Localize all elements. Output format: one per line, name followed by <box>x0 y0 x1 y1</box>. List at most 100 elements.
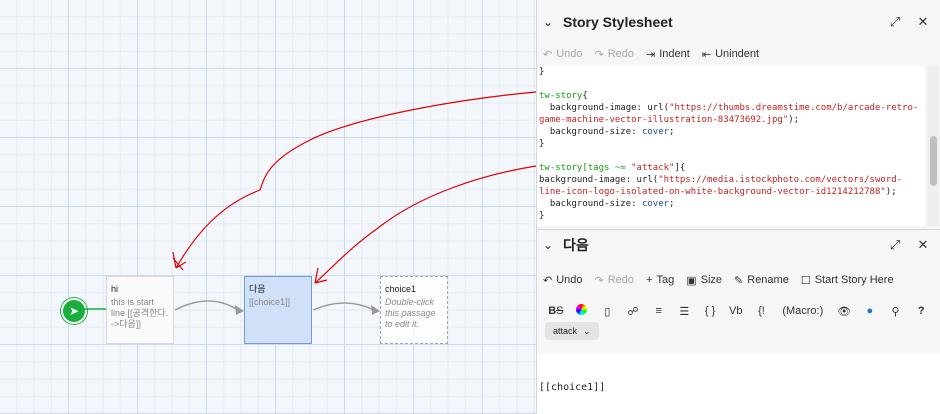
link-icon[interactable]: ☍ <box>620 305 646 318</box>
passage-text: [[choice1]] <box>539 382 606 393</box>
rename-button[interactable]: ✎ Rename <box>734 274 789 287</box>
size-button[interactable]: ▣ Size <box>686 274 722 287</box>
dialog-title: Story Stylesheet <box>563 14 673 30</box>
redo-icon: ↷ <box>594 274 604 287</box>
redo-label: Redo <box>607 48 635 60</box>
passage-card-choice1[interactable]: choice1 Double-click this passage to edi… <box>380 276 448 344</box>
align-center-icon[interactable]: ☰ <box>672 305 698 318</box>
add-tag-button[interactable]: + Tag <box>646 274 674 286</box>
scrollbar-thumb[interactable] <box>930 136 937 186</box>
indent-icon: ⇥ <box>646 48 656 61</box>
code-line: } <box>539 211 545 221</box>
start-story-here-checkbox[interactable]: ☐ Start Story Here <box>801 274 894 287</box>
css-string: "attack" <box>631 163 675 173</box>
passage-toolbar: ↶ Undo ↷ Redo + Tag ▣ Size ✎ Rename ☐ Start St… <box>537 268 940 292</box>
hook-icon[interactable]: {! <box>749 305 775 317</box>
css-property: background-size: <box>539 199 642 209</box>
code-line: tw-story{ <box>539 90 923 102</box>
indent-label: Indent <box>659 48 690 60</box>
tag-label: Tag <box>656 274 675 286</box>
passage-title: hi <box>111 284 119 294</box>
checkbox-icon: ☐ <box>800 274 811 287</box>
code-line: background-size: cover; <box>539 126 923 138</box>
passage-excerpt: [[choice1]] <box>249 297 291 307</box>
unindent-button[interactable]: ⇤ Unindent <box>702 48 759 61</box>
close-icon[interactable]: ✕ <box>912 237 934 253</box>
passage-card-next[interactable]: 다음 [[choice1]] <box>244 276 312 344</box>
start-story-label: Start Story Here <box>814 274 894 286</box>
tag-attack[interactable]: attack ⌄ <box>545 322 599 340</box>
page-icon[interactable]: ▯ <box>594 305 620 318</box>
variable-button[interactable]: Vb <box>723 305 749 317</box>
rocket-icon: ➤ <box>61 298 87 324</box>
passage-text-editor[interactable]: [[choice1]] <box>537 354 940 414</box>
close-icon[interactable]: ✕ <box>912 14 934 30</box>
undo-button[interactable]: ↶ Undo <box>543 48 583 61</box>
code-line: background-image: url("https://thumbs.dr… <box>539 102 923 126</box>
css-punct: ; <box>669 199 675 209</box>
css-selector: tw-story <box>539 91 583 101</box>
rename-icon: ✎ <box>734 274 744 287</box>
code-line: tw-story[tags ~= "attack"]{ <box>539 162 923 174</box>
css-punct: ; <box>669 127 675 137</box>
ordered-list-icon[interactable]: ≡ <box>646 305 672 317</box>
stylesheet-code-editor[interactable]: } tw-story{ background-image: url("https… <box>537 66 925 226</box>
undo-icon: ↶ <box>543 48 553 61</box>
css-property: background-image: url( <box>539 103 670 113</box>
stylesheet-toolbar: ↶ Undo ↷ Redo ⇥ Indent ⇤ Unindent <box>537 44 940 64</box>
css-punct: ); <box>788 115 800 125</box>
passage-title: choice1 <box>385 284 417 294</box>
undo-label: Undo <box>556 48 583 60</box>
search-icon[interactable]: ⚲ <box>883 305 909 318</box>
macro-button[interactable]: (Macro:) <box>782 305 823 317</box>
eye-icon[interactable]: 👁 <box>831 305 857 318</box>
unindent-label: Unindent <box>715 48 760 60</box>
undo-icon: ↶ <box>543 274 553 287</box>
story-map[interactable]: ➤ hi this is start line [[공격한다. ->다음]] 다… <box>0 0 536 414</box>
help-icon[interactable]: ? <box>908 305 934 317</box>
passage-excerpt: Double-click this passage to edit it. <box>385 297 436 329</box>
code-line: background-size: cover; <box>539 198 923 210</box>
size-label: Size <box>700 274 723 286</box>
collapse-chevron-icon[interactable]: ⌄ <box>543 15 559 29</box>
passage-excerpt: this is start line [[공격한다. ->다음]] <box>111 297 169 329</box>
dialog-title: 다음 <box>563 237 589 253</box>
resize-icon: ▣ <box>686 274 697 287</box>
css-punct: ]{ <box>674 163 686 173</box>
dialog-header: ⌄ Story Stylesheet ⤢ ✕ <box>537 0 940 44</box>
maximize-icon[interactable]: ⤢ <box>884 237 906 253</box>
css-punct: ); <box>885 187 897 197</box>
css-property: background-image: url( <box>539 175 659 185</box>
passage-title: 다음 <box>249 284 266 294</box>
code-scrollbar[interactable] <box>927 66 939 226</box>
redo-icon: ↷ <box>594 48 604 61</box>
css-value: cover <box>641 199 670 209</box>
rename-label: Rename <box>747 274 789 286</box>
maximize-icon[interactable]: ⤢ <box>884 14 906 30</box>
bold-strike-icon[interactable]: BS <box>543 305 569 317</box>
redo-button[interactable]: ↷ Redo <box>595 48 635 61</box>
redo-label: Redo <box>607 274 635 286</box>
passage-card-hi[interactable]: hi this is start line [[공격한다. ->다음]] <box>106 276 174 344</box>
tag-label: attack <box>553 326 578 336</box>
undo-label: Undo <box>556 274 583 286</box>
braces-icon[interactable]: { } <box>697 305 723 317</box>
code-line: } <box>539 139 545 149</box>
unindent-icon: ⇤ <box>701 48 712 61</box>
css-selector: tw-story[tags ~= <box>539 163 632 173</box>
css-brace: { <box>582 91 588 101</box>
css-value: cover <box>641 127 670 137</box>
collapse-chevron-icon[interactable]: ⌄ <box>543 238 559 252</box>
plus-icon: + <box>646 274 653 286</box>
code-line: background-image: url("https://media.ist… <box>539 174 923 198</box>
code-line: } <box>539 67 545 77</box>
indent-button[interactable]: ⇥ Indent <box>646 48 690 61</box>
story-stylesheet-dialog: ⌄ Story Stylesheet ⤢ ✕ ↶ Undo ↷ Redo ⇥ Inde… <box>536 0 940 230</box>
redo-button[interactable]: ↷ Redo <box>595 274 635 287</box>
color-wheel-icon[interactable] <box>569 304 595 318</box>
comment-icon[interactable]: ● <box>857 305 883 317</box>
undo-button[interactable]: ↶ Undo <box>543 274 583 287</box>
chevron-down-icon: ⌄ <box>583 325 591 336</box>
